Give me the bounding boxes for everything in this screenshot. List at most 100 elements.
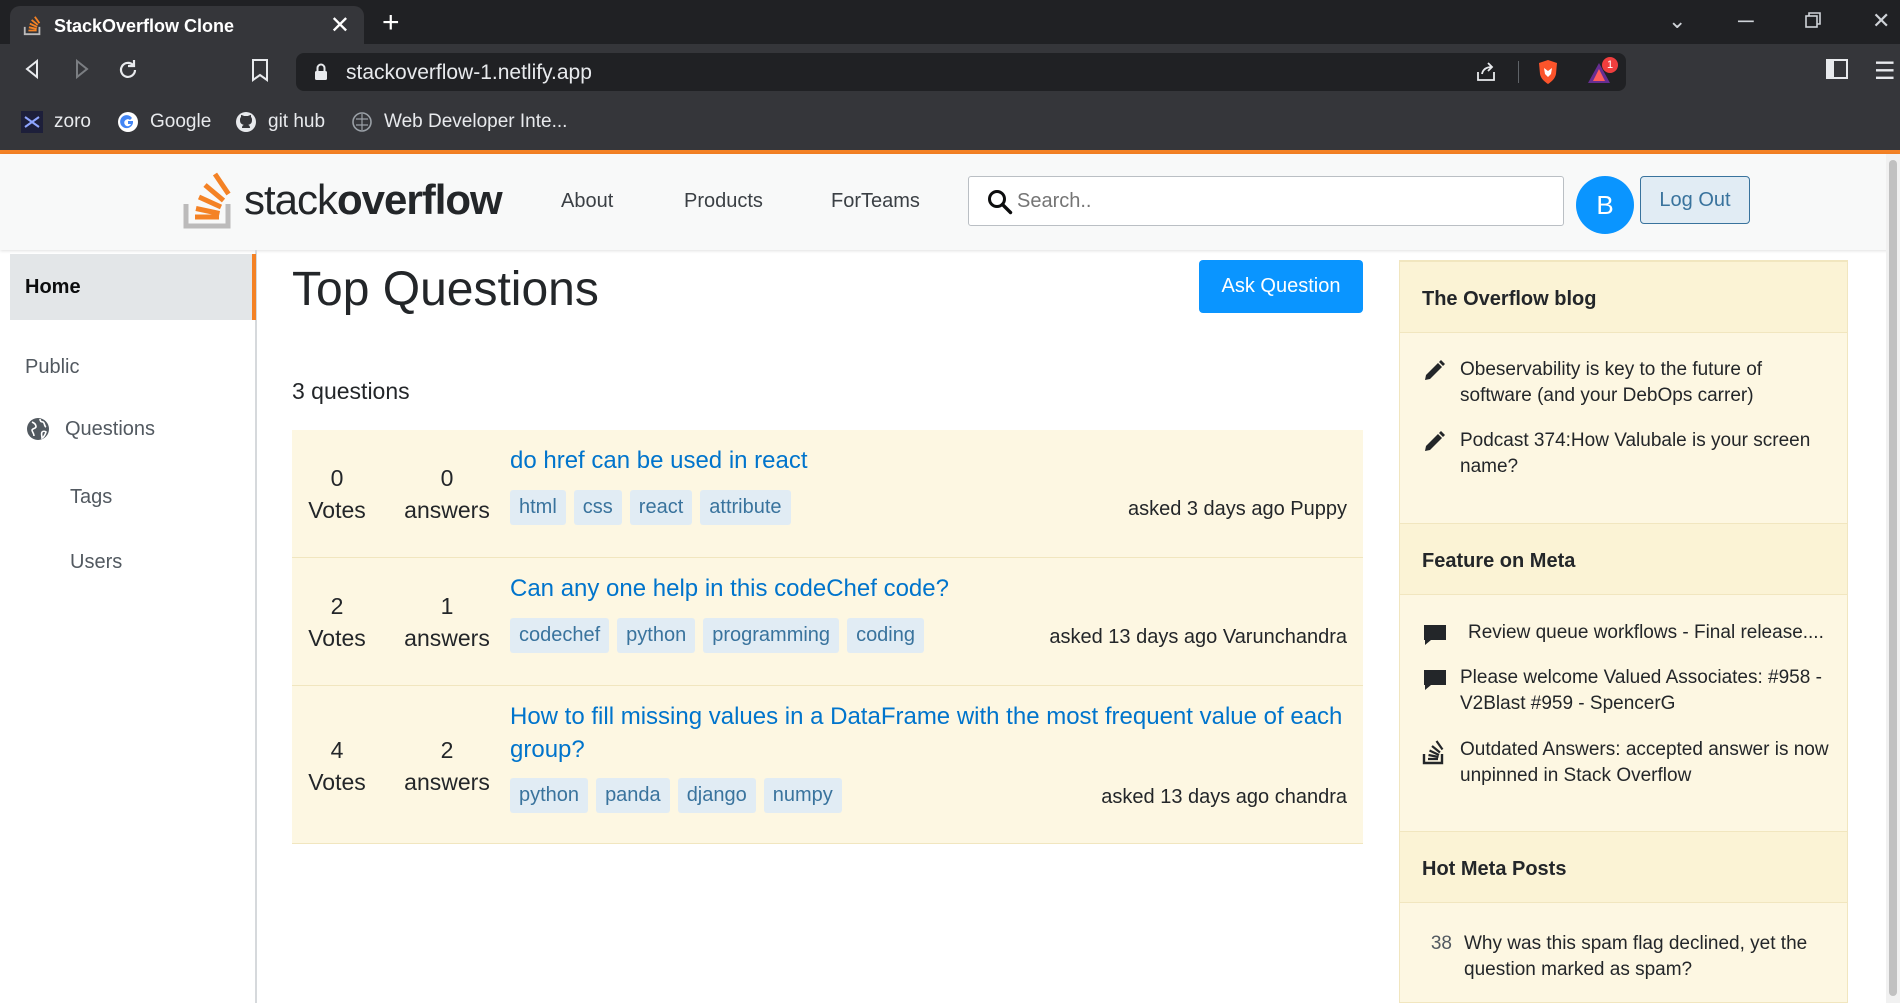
sidebar-item-questions[interactable]: Questions	[25, 416, 155, 442]
brain-icon	[350, 110, 374, 134]
search-box[interactable]	[968, 176, 1564, 226]
bookmarks-bar: zoro Google git hub Web Developer Inte..…	[0, 100, 1900, 150]
tab-title: StackOverflow Clone	[54, 16, 235, 36]
bookmark-github[interactable]: git hub	[234, 110, 325, 134]
sidebar-item-public[interactable]: Public	[25, 356, 79, 379]
question-title-link[interactable]: How to fill missing values in a DataFram…	[510, 700, 1350, 766]
tag[interactable]: panda	[596, 778, 670, 813]
blog-item[interactable]: Podcast 374:How Valubale is your screen …	[1422, 428, 1832, 480]
tag[interactable]: attribute	[700, 490, 791, 525]
logo-text-bold: overflow	[337, 176, 503, 223]
bookmark-label: Web Developer Inte...	[384, 111, 568, 132]
brave-shield-icon[interactable]	[1536, 59, 1560, 85]
question-row: 0 Votes 0 answers do href can be used in…	[292, 430, 1363, 558]
right-sidebar: The Overflow blog Obeservability is key …	[1399, 260, 1848, 1003]
site-logo[interactable]: stackoverflow	[182, 168, 503, 232]
page-scrollbar[interactable]	[1886, 154, 1900, 1003]
forward-icon[interactable]	[70, 58, 92, 87]
meta-item[interactable]: Please welcome Valued Associates: #958 -…	[1422, 665, 1832, 717]
rewards-badge: 1	[1602, 57, 1618, 73]
browser-tab-bar: StackOverflow Clone ✕ + ⌄ ─ ✕	[0, 0, 1900, 44]
minimize-icon[interactable]: ─	[1738, 8, 1754, 34]
answer-count: 2 answers	[392, 734, 502, 798]
speech-bubble-icon	[1422, 620, 1448, 656]
bookmark-web-developer[interactable]: Web Developer Inte...	[350, 110, 567, 134]
meta-item[interactable]: Review queue workflows - Final release..…	[1422, 620, 1832, 656]
bookmark-label: git hub	[268, 111, 326, 132]
search-icon	[988, 190, 1013, 215]
tag-list: python panda django numpy	[510, 778, 842, 813]
page-title: Top Questions	[292, 263, 599, 316]
globe-icon	[27, 418, 49, 440]
sidebar-item-label: Users	[70, 551, 123, 573]
new-tab-icon[interactable]: +	[382, 6, 400, 40]
nav-about[interactable]: About	[561, 190, 613, 213]
user-avatar[interactable]: B	[1576, 176, 1634, 234]
tag[interactable]: programming	[703, 618, 840, 653]
stackoverflow-favicon-icon	[23, 16, 41, 36]
tag[interactable]: django	[677, 778, 756, 813]
tag[interactable]: python	[617, 618, 696, 653]
question-row: 4 Votes 2 answers How to fill missing va…	[292, 686, 1363, 844]
tag[interactable]: css	[573, 490, 622, 525]
nav-products[interactable]: Products	[684, 190, 763, 213]
bookmark-label: Google	[150, 111, 212, 132]
sidebar-item-home[interactable]: Home	[10, 254, 256, 320]
tag[interactable]: html	[510, 490, 566, 525]
vote-count: 2 Votes	[292, 590, 382, 654]
nav-forteams[interactable]: ForTeams	[831, 190, 920, 213]
meta-heading: Feature on Meta	[1400, 523, 1847, 595]
question-title-link[interactable]: do href can be used in react	[510, 444, 1350, 477]
bookmark-icon[interactable]	[250, 58, 270, 89]
vote-count: 0 Votes	[292, 462, 382, 526]
bookmark-google[interactable]: Google	[116, 110, 211, 134]
vote-number: 2	[330, 593, 344, 619]
blog-heading: The Overflow blog	[1400, 261, 1847, 333]
close-window-icon[interactable]: ✕	[1872, 8, 1890, 34]
search-input[interactable]	[1017, 187, 1547, 215]
ask-question-button[interactable]: Ask Question	[1199, 260, 1363, 313]
back-icon[interactable]	[22, 58, 44, 87]
tag-list: codechef python programming coding	[510, 618, 924, 653]
logo-text-light: stack	[244, 176, 338, 223]
sidebar-item-users[interactable]: Users	[70, 551, 122, 574]
answer-count: 1 answers	[392, 590, 502, 654]
question-list: 0 Votes 0 answers do href can be used in…	[292, 430, 1363, 844]
meta-item-text: Please welcome Valued Associates: #958 -…	[1460, 667, 1822, 714]
question-title-link[interactable]: Can any one help in this codeChef code?	[510, 572, 1350, 605]
scrollbar-thumb[interactable]	[1889, 160, 1897, 996]
logout-button[interactable]: Log Out	[1640, 176, 1750, 224]
sidebar-item-tags[interactable]: Tags	[70, 486, 112, 509]
restore-icon[interactable]	[1804, 9, 1822, 35]
tag[interactable]: coding	[847, 618, 924, 653]
hot-meta-count: 38	[1430, 933, 1452, 954]
share-icon[interactable]	[1474, 60, 1498, 84]
address-bar[interactable]: stackoverflow-1.netlify.app 1	[296, 53, 1626, 91]
asked-meta: asked 3 days ago Puppy	[1127, 498, 1347, 520]
tab-close-icon[interactable]: ✕	[330, 11, 350, 40]
browser-toolbar: stackoverflow-1.netlify.app 1 ☰	[0, 44, 1900, 100]
bookmark-zoro[interactable]: zoro	[20, 110, 91, 134]
blog-item[interactable]: Obeservability is key to the future of s…	[1422, 357, 1832, 409]
answer-label: answers	[404, 769, 490, 795]
answer-number: 0	[440, 465, 454, 491]
reload-icon[interactable]	[116, 58, 140, 89]
tag[interactable]: numpy	[763, 778, 842, 813]
question-count: 3 questions	[292, 378, 410, 404]
tag[interactable]: react	[629, 490, 693, 525]
tag[interactable]: codechef	[510, 618, 610, 653]
sidebar-toggle-icon[interactable]	[1826, 58, 1848, 86]
answer-number: 2	[440, 737, 454, 763]
answer-label: answers	[404, 625, 490, 651]
browser-tab[interactable]: StackOverflow Clone ✕	[10, 6, 364, 44]
pencil-icon	[1422, 428, 1448, 480]
meta-item[interactable]: Outdated Answers: accepted answer is now…	[1422, 737, 1832, 789]
asked-meta: asked 13 days ago chandra	[1101, 786, 1347, 808]
brave-rewards-icon[interactable]: 1	[1586, 57, 1618, 85]
hot-meta-item[interactable]: 38 Why was this spam flag declined, yet …	[1422, 931, 1832, 983]
tag[interactable]: python	[510, 778, 589, 813]
tab-search-chevron-icon[interactable]: ⌄	[1668, 8, 1686, 34]
menu-icon[interactable]: ☰	[1874, 58, 1896, 86]
question-row: 2 Votes 1 answers Can any one help in th…	[292, 558, 1363, 686]
speech-bubble-icon	[1422, 665, 1448, 717]
